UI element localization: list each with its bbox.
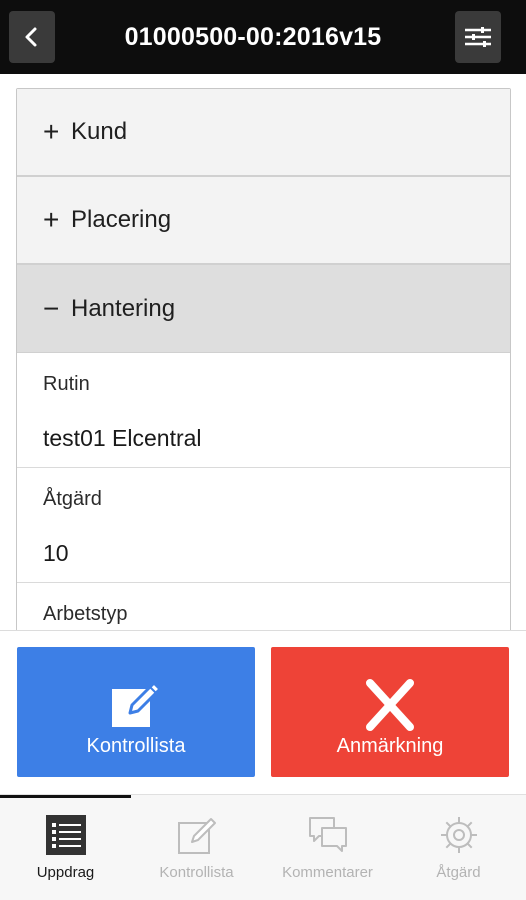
comments-icon (308, 817, 347, 852)
section-placering[interactable]: + Placering (17, 177, 510, 265)
edit-icon (177, 818, 216, 854)
section-label: Kund (71, 118, 128, 145)
field-label: Åtgärd (43, 488, 102, 510)
expand-icon: + (43, 116, 60, 147)
edit-icon (112, 681, 162, 727)
list-icon (45, 815, 86, 855)
page-title: 01000500-00:2016v15 (124, 23, 382, 51)
remark-button[interactable]: Anmärkning (271, 647, 509, 777)
remark-button-label: Anmärkning (336, 735, 444, 757)
tab-label: Kommentarer (282, 864, 373, 881)
tab-atgard[interactable]: Åtgärd (393, 795, 524, 900)
action-bar: Kontrollista Anmärkning (0, 630, 526, 794)
expand-icon: + (43, 204, 60, 235)
tab-bar: Uppdrag Kontrollista Kommentarer Åtgärd (0, 794, 526, 900)
field-rutin: Rutin test01 Elcentral (17, 353, 510, 468)
field-label: Rutin (43, 373, 90, 395)
content-area[interactable]: + Kund + Placering − Hantering Rutin tes… (0, 74, 526, 630)
chevron-left-icon (25, 27, 37, 47)
tab-uppdrag[interactable]: Uppdrag (0, 795, 131, 900)
tab-label: Uppdrag (36, 864, 95, 881)
field-value: test01 Elcentral (43, 425, 202, 451)
tab-label: Åtgärd (436, 864, 481, 881)
sliders-icon (465, 27, 491, 47)
section-label: Placering (71, 206, 172, 233)
field-arbetstyp: Arbetstyp (17, 583, 510, 630)
section-hantering[interactable]: − Hantering (17, 265, 510, 353)
close-icon (366, 679, 414, 731)
section-kund[interactable]: + Kund (17, 89, 510, 177)
field-label: Arbetstyp (43, 603, 128, 625)
settings-button[interactable] (455, 11, 501, 63)
tab-label: Kontrollista (159, 864, 234, 881)
tab-kommentarer[interactable]: Kommentarer (262, 795, 393, 900)
collapse-icon: − (43, 292, 60, 324)
field-value: 10 (43, 540, 69, 566)
top-bar: 01000500-00:2016v15 (0, 0, 526, 74)
tab-kontrollista[interactable]: Kontrollista (131, 795, 262, 900)
gear-icon (440, 817, 477, 853)
accordion: + Kund + Placering − Hantering Rutin tes… (16, 88, 511, 630)
section-label: Hantering (71, 294, 176, 322)
field-atgard: Åtgärd 10 (17, 468, 510, 583)
back-button[interactable] (9, 11, 55, 63)
checklist-button[interactable]: Kontrollista (17, 647, 255, 777)
checklist-button-label: Kontrollista (86, 735, 186, 757)
